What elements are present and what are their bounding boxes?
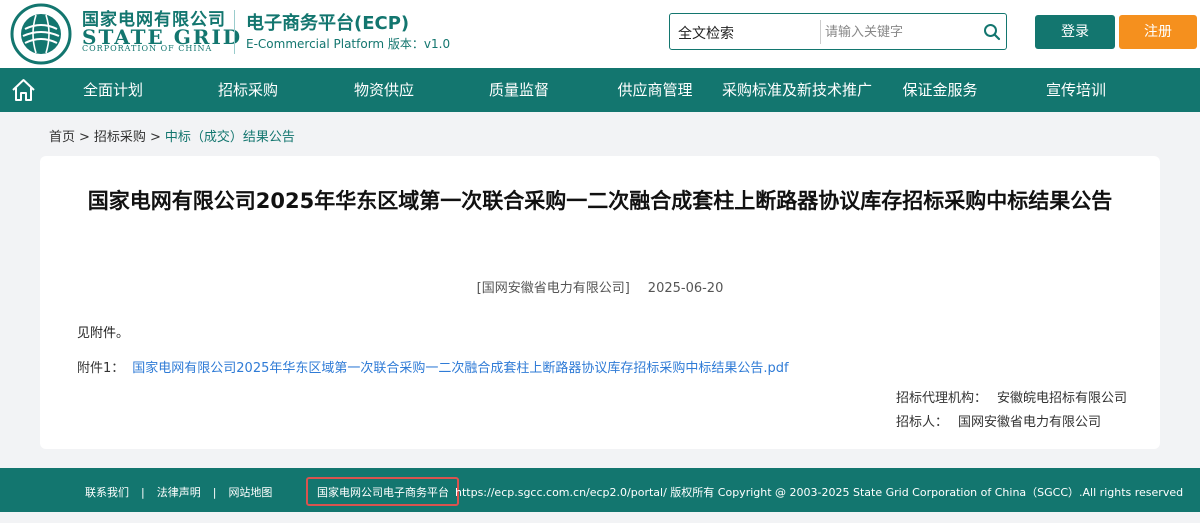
nav-item-training[interactable]: 宣传培训 bbox=[1046, 68, 1106, 112]
home-icon bbox=[12, 79, 35, 101]
platform-subtitle: E-Commercial Platform 版本：v1.0 bbox=[246, 37, 451, 51]
register-button[interactable]: 注册 bbox=[1119, 15, 1197, 49]
attachment-link[interactable]: 国家电网有限公司2025年华东区域第一次联合采购一二次融合成套柱上断路器协议库存… bbox=[132, 361, 788, 376]
site-footer: 联系我们 | 法律声明 | 网站地图 国家电网公司电子商务平台 https://ecp.… bbox=[0, 468, 1200, 512]
breadcrumb: 首页 > 招标采购 > 中标（成交）结果公告 bbox=[49, 126, 295, 145]
nav-item-supply[interactable]: 物资供应 bbox=[354, 68, 414, 112]
nav-item-standards[interactable]: 采购标准及新技术推广 bbox=[722, 68, 872, 112]
search-input[interactable] bbox=[825, 18, 975, 46]
article-title: 国家电网有限公司2025年华东区域第一次联合采购一二次融合成套柱上断路器协议库存… bbox=[87, 189, 1113, 213]
article-body: 见附件。 bbox=[77, 326, 130, 341]
footer-link-contact[interactable]: 联系我们 bbox=[85, 486, 129, 499]
nav-item-quality[interactable]: 质量监督 bbox=[489, 68, 549, 112]
attachment-row: 附件1： 国家电网有限公司2025年华东区域第一次联合采购一二次融合成套柱上断路器… bbox=[77, 357, 789, 376]
article-date: 2025-06-20 bbox=[647, 281, 724, 296]
breadcrumb-separator: > bbox=[79, 130, 90, 145]
search-divider bbox=[820, 20, 821, 44]
agency-line: 招标代理机构： 安徽皖电招标有限公司 bbox=[896, 387, 1127, 406]
tenderer-name: 国网安徽省电力有限公司 bbox=[958, 415, 1102, 430]
main-nav: 全面计划 招标采购 物资供应 质量监督 供应商管理 采购标准及新技术推广 保证金… bbox=[0, 68, 1200, 112]
footer-link-sitemap[interactable]: 网站地图 bbox=[228, 486, 272, 499]
logo-divider bbox=[234, 10, 235, 54]
footer-platform-link[interactable]: 国家电网公司电子商务平台 bbox=[317, 484, 449, 500]
footer-separator: | bbox=[141, 486, 145, 499]
nav-item-plan[interactable]: 全面计划 bbox=[83, 68, 143, 112]
site-header: 国家电网有限公司 STATE GRID CORPORATION OF CHINA… bbox=[0, 0, 1200, 68]
nav-item-bidding[interactable]: 招标采购 bbox=[218, 68, 278, 112]
footer-copyright: https://ecp.sgcc.com.cn/ecp2.0/portal/ 版… bbox=[455, 486, 1184, 499]
agency-label: 招标代理机构： bbox=[896, 391, 988, 406]
article-card: 国家电网有限公司2025年华东区域第一次联合采购一二次融合成套柱上断路器协议库存… bbox=[40, 156, 1160, 449]
search-type-selector[interactable]: 全文检索 bbox=[678, 23, 734, 43]
article-meta: [国网安徽省电力有限公司] 2025-06-20 bbox=[40, 277, 1160, 296]
login-button[interactable]: 登录 bbox=[1035, 15, 1115, 49]
footer-link-legal[interactable]: 法律声明 bbox=[157, 486, 201, 499]
breadcrumb-current[interactable]: 中标（成交）结果公告 bbox=[165, 130, 295, 145]
attachment-label: 附件1： bbox=[77, 361, 125, 376]
nav-item-supplier[interactable]: 供应商管理 bbox=[617, 68, 692, 112]
article-source: [国网安徽省电力有限公司] bbox=[476, 281, 630, 296]
nav-home[interactable] bbox=[0, 68, 46, 112]
search-box: 全文检索 bbox=[669, 13, 1007, 50]
state-grid-emblem-icon[interactable] bbox=[10, 3, 72, 65]
platform-title: 电子商务平台(ECP) bbox=[246, 13, 410, 34]
nav-item-deposit[interactable]: 保证金服务 bbox=[902, 68, 977, 112]
logo-english-subtitle: CORPORATION OF CHINA bbox=[82, 44, 213, 53]
breadcrumb-home[interactable]: 首页 bbox=[49, 130, 75, 145]
breadcrumb-separator: > bbox=[149, 130, 161, 145]
breadcrumb-bidding[interactable]: 招标采购 bbox=[94, 130, 146, 145]
tenderer-label: 招标人： bbox=[896, 415, 949, 430]
footer-links: 联系我们 | 法律声明 | 网站地图 bbox=[85, 484, 272, 500]
footer-separator: | bbox=[212, 486, 217, 499]
agency-name: 安徽皖电招标有限公司 bbox=[997, 391, 1128, 406]
tenderer-line: 招标人： 国网安徽省电力有限公司 bbox=[896, 411, 1101, 430]
search-icon[interactable] bbox=[983, 23, 1001, 41]
